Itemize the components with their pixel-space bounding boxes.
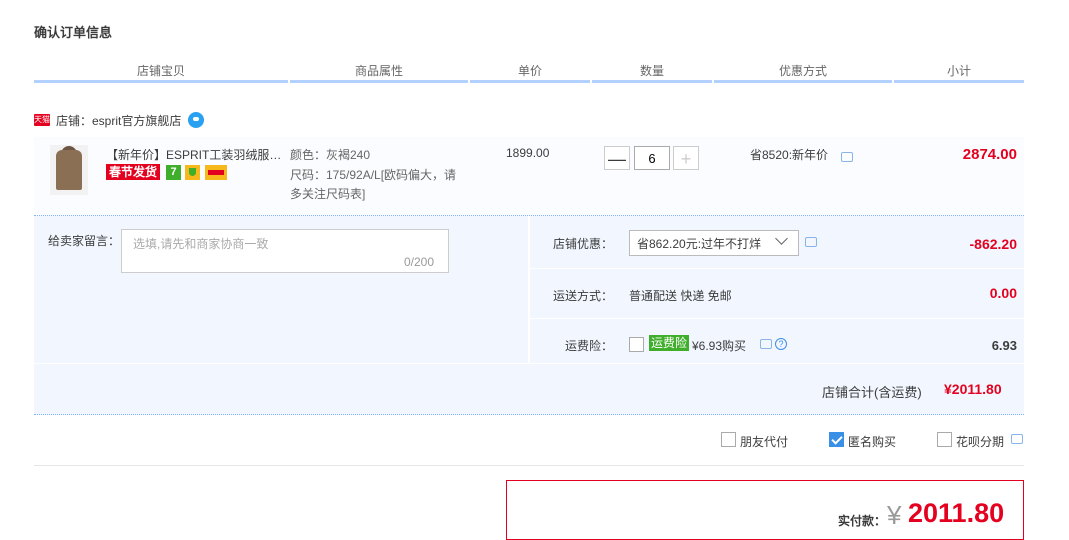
currency-symbol: ¥ [887,500,902,530]
help-icon[interactable]: ? [775,338,787,350]
quantity-input[interactable] [634,146,670,170]
header-attributes: 商品属性 [354,64,403,78]
friend-pay-label[interactable]: 朋友代付 [740,433,788,450]
shop-name-link[interactable]: 店铺：esprit官方旗舰店 [56,112,181,129]
unit-price: 1899.00 [506,146,550,160]
message-char-count: 0/200 [404,255,435,269]
shop-discount-value: -862.20 [969,236,1017,252]
header-quantity: 数量 [639,64,664,78]
quantity-increase-button[interactable]: + [673,146,699,170]
final-payment-label: 实付款： [838,514,887,528]
attr-color: 颜色：灰褐240 [290,148,371,162]
insurance-price: ¥6.93购买 [692,339,747,353]
seller-message-placeholder: 选填,请先和商家协商一致 [133,237,269,251]
credit-card-icon [205,165,227,180]
shipping-label: 运送方式： [553,289,614,303]
header-divider [470,80,590,83]
discount-info-icon[interactable] [805,237,817,247]
header-unit-price: 单价 [517,64,542,78]
guarantee-icon [185,165,200,180]
insurance-value: 6.93 [991,338,1017,353]
final-payment-value: 2011.80 [908,498,1005,528]
divider [530,268,1024,269]
insurance-info-icon[interactable] [760,339,772,349]
friend-pay-checkbox[interactable] [721,432,736,447]
quantity-decrease-button[interactable]: — [604,146,630,170]
spring-shipping-badge: 春节发货 [106,164,161,180]
tmall-badge-icon: 天猫 [34,114,50,126]
attr-size-note: 多关注尺码表] [290,187,366,201]
product-title-link[interactable]: 【新年价】ESPRIT工装羽绒服男中长款冬季加厚连帽外套 [106,146,282,163]
huabei-installment-label[interactable]: 花呗分期 [956,433,1004,450]
shop-discount-selected: 省862.20元:过年不打烊 [637,237,762,251]
divider [34,465,1024,466]
shipping-method: 普通配送 快递 免邮 [629,289,732,303]
shop-discount-label: 店铺优惠： [553,237,614,251]
item-promo: 省8520:新年价 [750,148,829,162]
huabei-installment-checkbox[interactable] [937,432,952,447]
product-image-coat [56,150,82,190]
item-subtotal: 2874.00 [962,146,1017,163]
header-divider [34,80,288,83]
header-divider [290,80,468,83]
header-divider [894,80,1024,83]
header-subtotal: 小计 [946,64,971,78]
divider [530,318,1024,319]
header-discount: 优惠方式 [778,64,827,78]
shipping-value: 0.00 [989,285,1017,301]
header-shop-item: 店铺宝贝 [136,64,185,78]
message-label: 给卖家留言： [48,234,121,248]
anonymous-purchase-checkbox[interactable] [829,432,844,447]
installment-info-icon[interactable] [1011,434,1023,444]
anonymous-purchase-label[interactable]: 匿名购买 [848,433,896,450]
attr-size: 尺码：175/92A/L[欧码偏大，请 [290,168,457,182]
header-divider [714,80,892,83]
shop-total-label: 店铺合计(含运费) [822,385,922,400]
page-title: 确认订单信息 [34,25,113,40]
insurance-checkbox[interactable] [629,337,644,352]
seven-day-return-icon: 7 [166,165,181,180]
shop-total-value: ¥2011.80 [944,381,1002,397]
shop-row: 天猫 店铺：esprit官方旗舰店 [34,111,205,129]
promo-info-icon[interactable] [841,152,853,162]
insurance-label: 运费险： [565,339,614,353]
header-divider [592,80,712,83]
wangwang-chat-icon[interactable] [188,112,205,128]
insurance-tag: 运费险 [649,335,690,351]
